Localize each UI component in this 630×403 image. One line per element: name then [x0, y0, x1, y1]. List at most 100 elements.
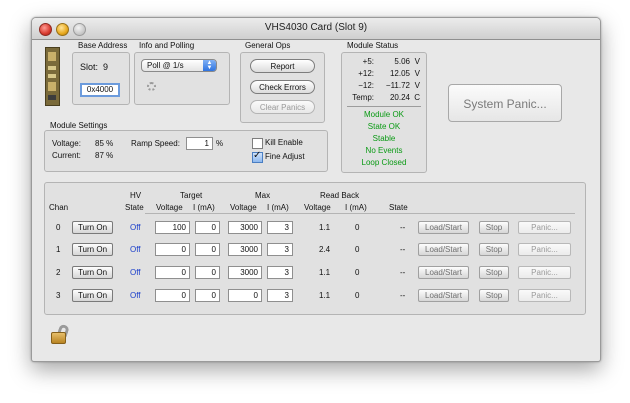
max-current-input[interactable]: 3 — [267, 266, 293, 279]
load-start-button[interactable]: Load/Start — [418, 243, 469, 256]
max-voltage-input[interactable]: 3000 — [228, 266, 262, 279]
updown-arrows-icon: ▲ ▼ — [203, 60, 216, 71]
status-message: State OK — [367, 122, 401, 131]
status-value: 12.05 — [389, 69, 410, 78]
readback-current: 0 — [355, 268, 360, 277]
turn-on-button[interactable]: Turn On — [72, 266, 113, 279]
load-start-button[interactable]: Load/Start — [418, 221, 469, 234]
status-unit: C — [414, 93, 420, 102]
panic-button[interactable]: Panic... — [518, 221, 571, 234]
state-header: State — [389, 203, 408, 212]
target-current-input[interactable]: 0 — [195, 289, 220, 302]
voltage-label: Voltage: — [52, 139, 81, 148]
module-status-group: +5: 5.06 V +12: 12.05 V −12: −11.72 V Te… — [341, 52, 427, 173]
status-unit: V — [414, 57, 420, 66]
panic-button[interactable]: Panic... — [518, 289, 571, 302]
max-current-header: I (mA) — [267, 203, 289, 212]
title-bar: VHS4030 Card (Slot 9) — [32, 18, 600, 40]
max-current-input[interactable]: 3 — [267, 243, 293, 256]
readback-current-header: I (mA) — [345, 203, 367, 212]
target-current-input[interactable]: 0 — [195, 243, 220, 256]
channel-table: Chan HV State Target Voltage I (mA) Max … — [44, 182, 586, 315]
stop-button[interactable]: Stop — [479, 243, 509, 256]
status-label: +12: — [358, 69, 374, 78]
target-current-header: I (mA) — [193, 203, 215, 212]
max-voltage-input[interactable]: 3000 — [228, 243, 262, 256]
status-message: No Events — [365, 146, 403, 155]
max-current-input[interactable]: 3 — [267, 289, 293, 302]
kill-enable-checkbox[interactable] — [252, 138, 263, 149]
status-unit: V — [414, 81, 420, 90]
target-voltage-input[interactable]: 100 — [155, 221, 190, 234]
target-header: Target — [180, 191, 203, 200]
vhs4030-window: VHS4030 Card (Slot 9) Base Address Slot:… — [31, 17, 601, 362]
channel-state: -- — [400, 291, 406, 300]
status-row: +12: 12.05 V — [342, 69, 426, 79]
status-value: −11.72 — [385, 81, 410, 90]
poll-select-value: Poll @ 1/s — [147, 61, 184, 70]
voltage-value: 85 % — [95, 139, 114, 148]
ramp-speed-input[interactable]: 1 — [186, 137, 213, 150]
fine-adjust-checkbox[interactable]: ✓ — [252, 150, 263, 163]
status-value: 20.24 — [389, 93, 410, 102]
check-errors-button[interactable]: Check Errors — [250, 80, 315, 94]
readback-current: 0 — [355, 223, 360, 232]
status-row: −12: −11.72 V — [342, 81, 426, 91]
max-current-input[interactable]: 3 — [267, 221, 293, 234]
stop-button[interactable]: Stop — [479, 221, 509, 234]
clear-panics-button[interactable]: Clear Panics — [250, 100, 315, 114]
max-voltage-header: Voltage — [230, 203, 257, 212]
table-row: 1 Turn On Off 0 0 3000 3 2.4 0 -- Load/S… — [45, 243, 585, 257]
report-button[interactable]: Report — [250, 59, 315, 73]
status-message: Stable — [372, 134, 396, 143]
status-unit: V — [414, 69, 420, 78]
status-value: 5.06 — [394, 57, 410, 66]
base-address-input[interactable]: 0x4000 — [80, 83, 120, 97]
lock-icon[interactable] — [51, 323, 71, 345]
load-start-button[interactable]: Load/Start — [418, 266, 469, 279]
max-voltage-input[interactable]: 0 — [228, 289, 262, 302]
turn-on-button[interactable]: Turn On — [72, 221, 113, 234]
readback-voltage: 1.1 — [319, 223, 331, 232]
chan-number: 2 — [56, 268, 61, 277]
readback-current: 0 — [355, 245, 360, 254]
chan-number: 0 — [56, 223, 61, 232]
readback-header: Read Back — [320, 191, 360, 200]
window-title: VHS4030 Card (Slot 9) — [264, 22, 368, 33]
info-polling-heading: Info and Polling — [139, 41, 195, 50]
status-message: Module OK — [363, 110, 405, 119]
hv-state-value: Off — [130, 245, 141, 254]
kill-enable-label: Kill Enable — [265, 138, 303, 147]
turn-on-button[interactable]: Turn On — [72, 243, 113, 256]
load-start-button[interactable]: Load/Start — [418, 289, 469, 302]
readback-voltage-header: Voltage — [304, 203, 331, 212]
hv-state-value: Off — [130, 291, 141, 300]
header-divider — [145, 213, 575, 214]
target-current-input[interactable]: 0 — [195, 221, 220, 234]
status-label: +5: — [362, 57, 374, 66]
max-voltage-input[interactable]: 3000 — [228, 221, 262, 234]
target-voltage-input[interactable]: 0 — [155, 243, 190, 256]
system-panic-button[interactable]: System Panic... — [448, 84, 562, 122]
target-current-input[interactable]: 0 — [195, 266, 220, 279]
hv-state-header: State — [125, 203, 144, 212]
table-row: 2 Turn On Off 0 0 3000 3 1.1 0 -- Load/S… — [45, 266, 585, 280]
panic-button[interactable]: Panic... — [518, 266, 571, 279]
target-voltage-input[interactable]: 0 — [155, 289, 190, 302]
status-row: +5: 5.06 V — [342, 57, 426, 67]
readback-voltage: 1.1 — [319, 268, 331, 277]
checkmark-icon: ✓ — [253, 150, 262, 161]
fine-adjust-label: Fine Adjust — [265, 152, 305, 161]
channel-state: -- — [400, 223, 406, 232]
current-value: 87 % — [95, 151, 114, 160]
target-voltage-input[interactable]: 0 — [155, 266, 190, 279]
poll-select[interactable]: Poll @ 1/s ▲ ▼ — [141, 59, 217, 72]
module-status-heading: Module Status — [347, 41, 399, 50]
turn-on-button[interactable]: Turn On — [72, 289, 113, 302]
channel-state: -- — [400, 268, 406, 277]
stop-button[interactable]: Stop — [479, 266, 509, 279]
base-address-heading: Base Address — [78, 41, 128, 50]
stop-button[interactable]: Stop — [479, 289, 509, 302]
panic-button[interactable]: Panic... — [518, 243, 571, 256]
spinner-icon — [147, 82, 156, 91]
